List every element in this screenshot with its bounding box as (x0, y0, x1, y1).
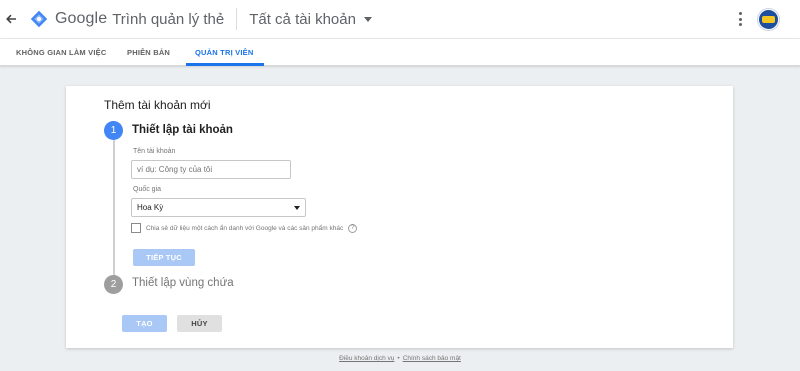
page-title: Thêm tài khoản mới (104, 98, 211, 112)
share-data-label: Chia sẻ dữ liệu một cách ẩn danh với Goo… (146, 224, 344, 232)
tag-manager-logo-icon[interactable] (30, 10, 48, 28)
account-selector-label: Tất cả tài khoản (249, 10, 356, 28)
terms-of-service-link[interactable]: Điều khoản dịch vụ (339, 355, 394, 362)
step-1-title: Thiết lập tài khoản (132, 124, 233, 136)
country-select-value: Hoa Kỳ (137, 203, 164, 212)
continue-button[interactable]: TIẾP TỤC (133, 249, 195, 266)
stepper-line (113, 140, 115, 279)
help-icon[interactable]: ? (348, 223, 358, 233)
country-select[interactable]: Hoa Kỳ (131, 198, 306, 217)
more-vert-icon[interactable] (734, 11, 746, 27)
tab-admin[interactable]: QUẢN TRỊ VIÊN (195, 39, 253, 66)
avatar-image (762, 16, 775, 23)
dropdown-arrow-icon (294, 206, 300, 210)
chevron-down-icon (363, 16, 372, 22)
step-2-title: Thiết lập vùng chứa (132, 277, 234, 289)
country-label: Quốc gia (133, 186, 162, 193)
share-data-checkbox[interactable] (131, 223, 141, 233)
account-name-label: Tên tài khoản (133, 148, 176, 155)
footer-separator: • (397, 355, 400, 362)
back-button[interactable] (0, 0, 22, 38)
tab-versions[interactable]: PHIÊN BẢN (127, 39, 170, 66)
app-product-name: Trình quản lý thẻ (112, 10, 225, 28)
tabs-bar: KHÔNG GIAN LÀM VIỆC PHIÊN BẢN QUẢN TRỊ V… (0, 38, 800, 66)
app-brand: Google (55, 10, 108, 27)
create-button[interactable]: TẠO (122, 315, 167, 332)
account-name-input[interactable] (131, 160, 291, 179)
account-selector[interactable]: Tất cả tài khoản (249, 11, 372, 28)
new-account-card: Thêm tài khoản mới 1 Thiết lập tài khoản… (66, 86, 733, 348)
tab-workspace[interactable]: KHÔNG GIAN LÀM VIỆC (16, 39, 106, 66)
active-tab-indicator (186, 63, 264, 66)
cancel-button[interactable]: HỦY (177, 315, 222, 332)
avatar[interactable] (758, 9, 779, 30)
step-1-indicator: 1 (104, 121, 123, 140)
header-divider (236, 8, 238, 30)
step-2-indicator: 2 (104, 275, 123, 294)
arrow-back-icon (6, 14, 16, 24)
share-data-row: Chia sẻ dữ liệu một cách ẩn danh với Goo… (131, 223, 358, 233)
top-app-bar: Google Trình quản lý thẻ Tất cả tài khoả… (0, 0, 800, 38)
privacy-policy-link[interactable]: Chính sách bảo mật (403, 355, 461, 362)
footer: Điều khoản dịch vụ • Chính sách bảo mật (0, 355, 800, 362)
